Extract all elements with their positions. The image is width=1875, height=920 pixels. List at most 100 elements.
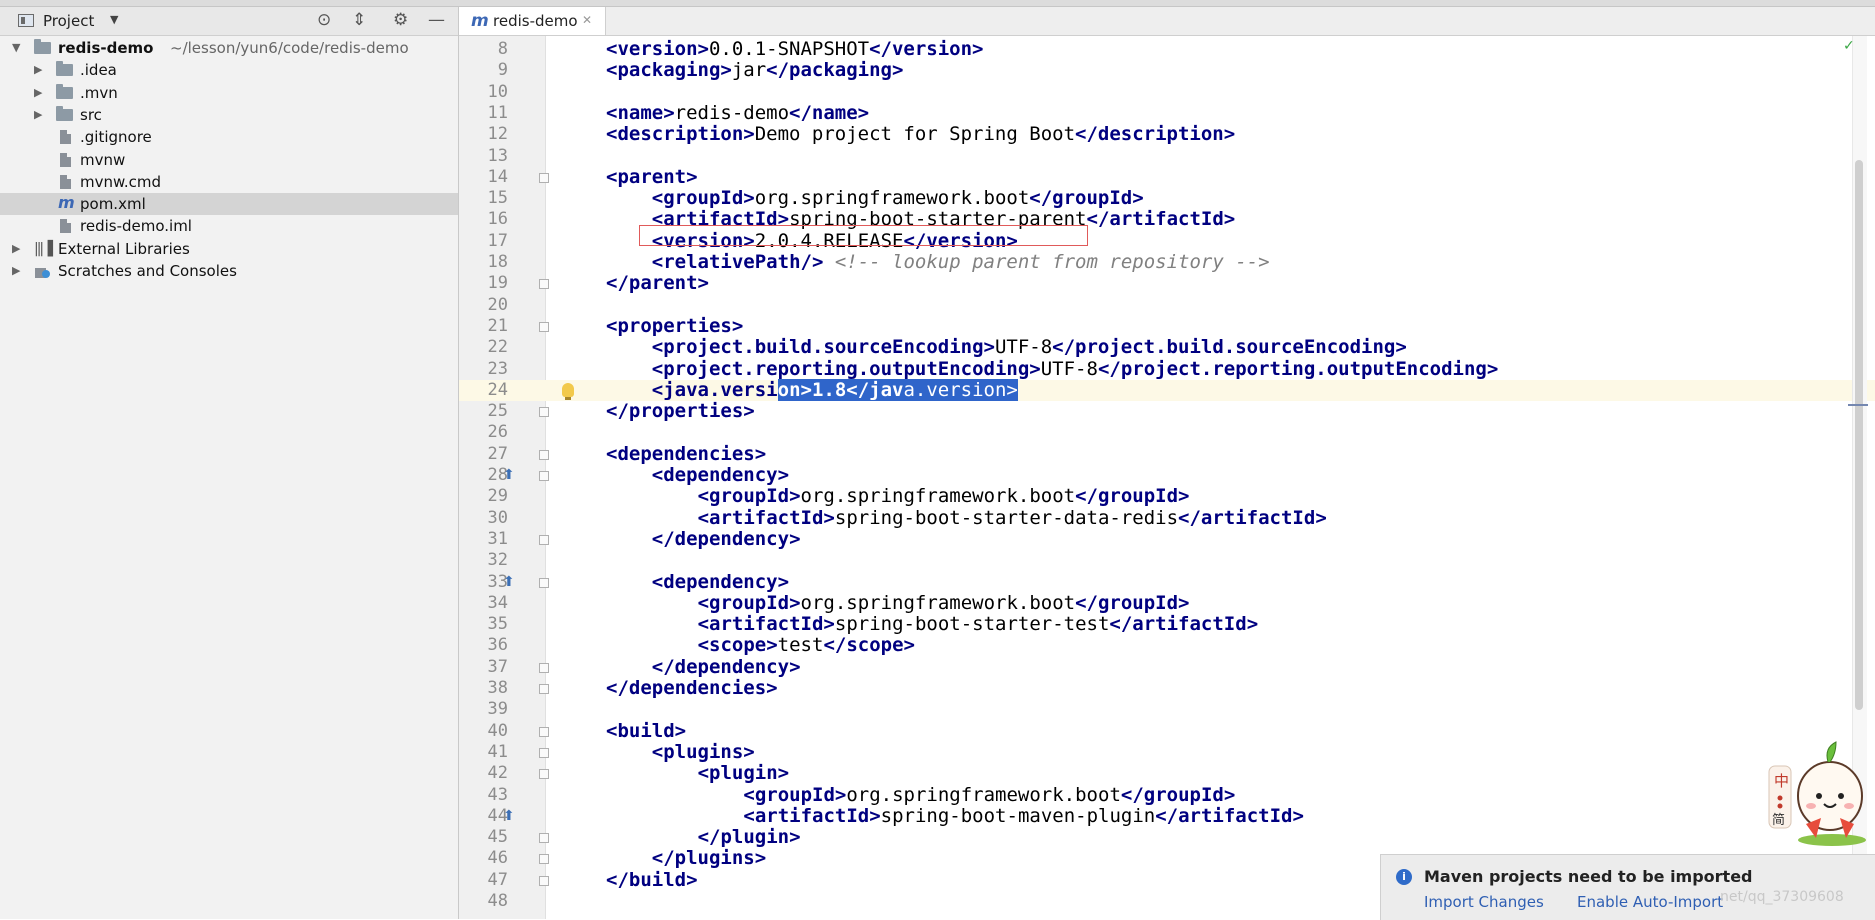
collapse-arrow-icon[interactable]: ▶ [12, 238, 20, 260]
expand-arrow-icon[interactable]: ▼ [12, 37, 20, 59]
code-text: <groupId>org.springframework.boot</group… [698, 592, 1190, 614]
fold-marker-icon[interactable] [539, 321, 549, 332]
code-line[interactable]: 42 <plugin> [459, 763, 1875, 784]
module-path: ~/lesson/yun6/code/redis-demo [170, 39, 409, 57]
code-line[interactable]: 30 <artifactId>spring-boot-starter-data-r… [459, 507, 1875, 529]
fold-marker-icon[interactable] [539, 534, 549, 545]
collapse-arrow-icon[interactable]: ▶ [12, 260, 20, 282]
tree-item-mvn[interactable]: ▶ .mvn [0, 82, 458, 104]
code-line[interactable]: 11 <name>redis-demo</name> [459, 101, 1875, 124]
tree-item-gitignore[interactable]: .gitignore [0, 126, 458, 148]
tree-item-mvnw[interactable]: mvnw [0, 149, 458, 171]
maven-dependency-icon[interactable]: ⬆ [503, 574, 515, 590]
fold-marker-icon[interactable] [539, 684, 549, 694]
collapse-all-icon[interactable]: ⇕ [352, 10, 366, 30]
code-line[interactable]: 37 </dependency> [459, 656, 1875, 678]
code-line[interactable]: 26 [459, 422, 1875, 443]
code-line[interactable]: 40 <build> [459, 720, 1875, 742]
fold-marker-icon[interactable] [539, 875, 549, 886]
fold-marker-icon[interactable] [539, 577, 549, 588]
collapse-arrow-icon[interactable]: ▶ [34, 82, 42, 104]
maven-dependency-icon[interactable]: ⬆ [503, 808, 515, 824]
code-line[interactable]: 19 </parent> [459, 273, 1875, 294]
code-line[interactable]: 33 ⬆ <dependency> [459, 571, 1875, 593]
project-panel-title[interactable]: Project [43, 12, 94, 30]
code-line[interactable]: 38 </dependencies> [459, 677, 1875, 699]
code-line[interactable]: 43 <groupId>org.springframework.boot</gro… [459, 784, 1875, 806]
folder-icon [56, 83, 73, 99]
code-line[interactable]: 32 [459, 550, 1875, 571]
inspection-ok-icon[interactable]: ✓ [1843, 38, 1855, 54]
fold-marker-icon[interactable] [539, 833, 549, 844]
code-line[interactable]: 34 <groupId>org.springframework.boot</gro… [459, 592, 1875, 614]
fold-marker-icon[interactable] [539, 407, 549, 418]
code-line[interactable]: 39 [459, 699, 1875, 720]
xml-tag: <description> [606, 123, 755, 146]
code-line[interactable]: 44 ⬆ <artifactId>spring-boot-maven-plugin<… [459, 805, 1875, 827]
fold-marker-icon[interactable] [539, 662, 549, 673]
fold-marker-icon[interactable] [539, 471, 549, 481]
fold-marker-icon[interactable] [539, 449, 549, 460]
tree-item-external-libraries[interactable]: ▶ |||▐ External Libraries [0, 238, 458, 260]
code-line[interactable]: 27 <dependencies> [459, 442, 1875, 465]
code-line[interactable]: 25 </properties> [459, 400, 1875, 422]
code-line[interactable]: 10 [459, 82, 1875, 103]
tree-item-src[interactable]: ▶ src [0, 104, 458, 126]
tree-item-scratches-and-consoles[interactable]: ▶ Scratches and Consoles [0, 260, 458, 282]
gear-icon[interactable]: ⚙ [393, 10, 408, 30]
collapse-arrow-icon[interactable]: ▶ [34, 104, 42, 126]
import-changes-link[interactable]: Import Changes [1424, 893, 1544, 911]
maven-icon: m [471, 11, 489, 31]
code-line[interactable]: 15 <groupId>org.springframework.boot</gro… [459, 187, 1875, 209]
xml-tag: a.version> [903, 378, 1018, 401]
xml-tag: </project.build.sourceEncoding> [1052, 336, 1407, 359]
code-line[interactable]: 31 </dependency> [459, 528, 1875, 550]
code-line[interactable]: 20 [459, 295, 1875, 316]
tab-redis-demo[interactable]: m redis-demo ✕ [459, 7, 606, 35]
code-line[interactable]: 21 <properties> [459, 315, 1875, 337]
line-number: 36 [487, 635, 508, 656]
close-tab-icon[interactable]: ✕ [582, 13, 592, 27]
code-line[interactable]: 22 <project.build.sourceEncoding>UTF-8</p… [459, 337, 1875, 358]
code-line[interactable]: 28 ⬆ <dependency> [459, 464, 1875, 486]
code-line[interactable]: 24 <java.version>1.8</java.version> [459, 378, 1875, 402]
scrollbar-thumb[interactable] [1855, 160, 1863, 710]
code-line[interactable]: 9 <packaging>jar</packaging> [459, 60, 1875, 81]
code-line[interactable]: 41 <plugins> [459, 741, 1875, 763]
tree-item-redis-demo-iml[interactable]: redis-demo.iml [0, 215, 458, 237]
xml-tag: <relativePath/> [651, 251, 824, 273]
line-number: 37 [487, 656, 508, 677]
fold-marker-icon[interactable] [539, 279, 549, 290]
tree-item-mvnw-cmd[interactable]: mvnw.cmd [0, 171, 458, 193]
maven-dependency-icon[interactable]: ⬆ [503, 467, 515, 483]
code-line[interactable]: 13 [459, 146, 1875, 167]
view-dropdown-caret-icon[interactable]: ▼ [110, 13, 118, 26]
code-line[interactable]: 12 <description>Demo project for Spring B… [459, 124, 1875, 145]
collapse-arrow-icon[interactable]: ▶ [34, 59, 42, 81]
tree-item-idea[interactable]: ▶ .idea [0, 59, 458, 81]
tree-item-redis-demo[interactable]: ▼ redis-demo ~/lesson/yun6/code/redis-demo [0, 37, 458, 59]
code-line[interactable]: 8 <version>0.0.1-SNAPSHOT</version> [459, 38, 1875, 60]
code-line[interactable]: 18 <relativePath/> <!-- lookup parent fro… [459, 251, 1875, 273]
code-line[interactable]: 14 <parent> [459, 166, 1875, 188]
code-line[interactable]: 35 <artifactId>spring-boot-starter-test</… [459, 613, 1875, 635]
xml-tag: <dependencies> [606, 442, 767, 465]
code-editor[interactable]: 8 <version>0.0.1-SNAPSHOT</version> 9 <pack… [459, 36, 1875, 919]
fold-marker-icon[interactable] [539, 854, 549, 865]
lightbulb-icon[interactable] [562, 382, 574, 400]
code-text: <relativePath/> <!-- lookup parent from … [651, 251, 1270, 273]
xml-tag: <name> [606, 101, 675, 124]
fold-marker-icon[interactable] [539, 726, 549, 737]
fold-marker-icon[interactable] [539, 769, 549, 780]
enable-auto-import-link[interactable]: Enable Auto-Import [1577, 893, 1723, 911]
code-text: </dependency> [652, 528, 801, 550]
fold-marker-icon[interactable] [539, 747, 549, 758]
scroll-from-source-icon[interactable]: ⊙ [317, 10, 331, 30]
code-line[interactable]: 29 <groupId>org.springframework.boot</gro… [459, 486, 1875, 507]
tree-item-pom-xml[interactable]: m pom.xml [0, 193, 458, 216]
hide-panel-icon[interactable]: — [428, 10, 445, 30]
code-line[interactable]: 23 <project.reporting.outputEncoding>UTF-… [459, 358, 1875, 380]
code-line[interactable]: 45 </plugin> [459, 826, 1875, 848]
code-line[interactable]: 36 <scope>test</scope> [459, 635, 1875, 656]
fold-marker-icon[interactable] [539, 172, 549, 183]
